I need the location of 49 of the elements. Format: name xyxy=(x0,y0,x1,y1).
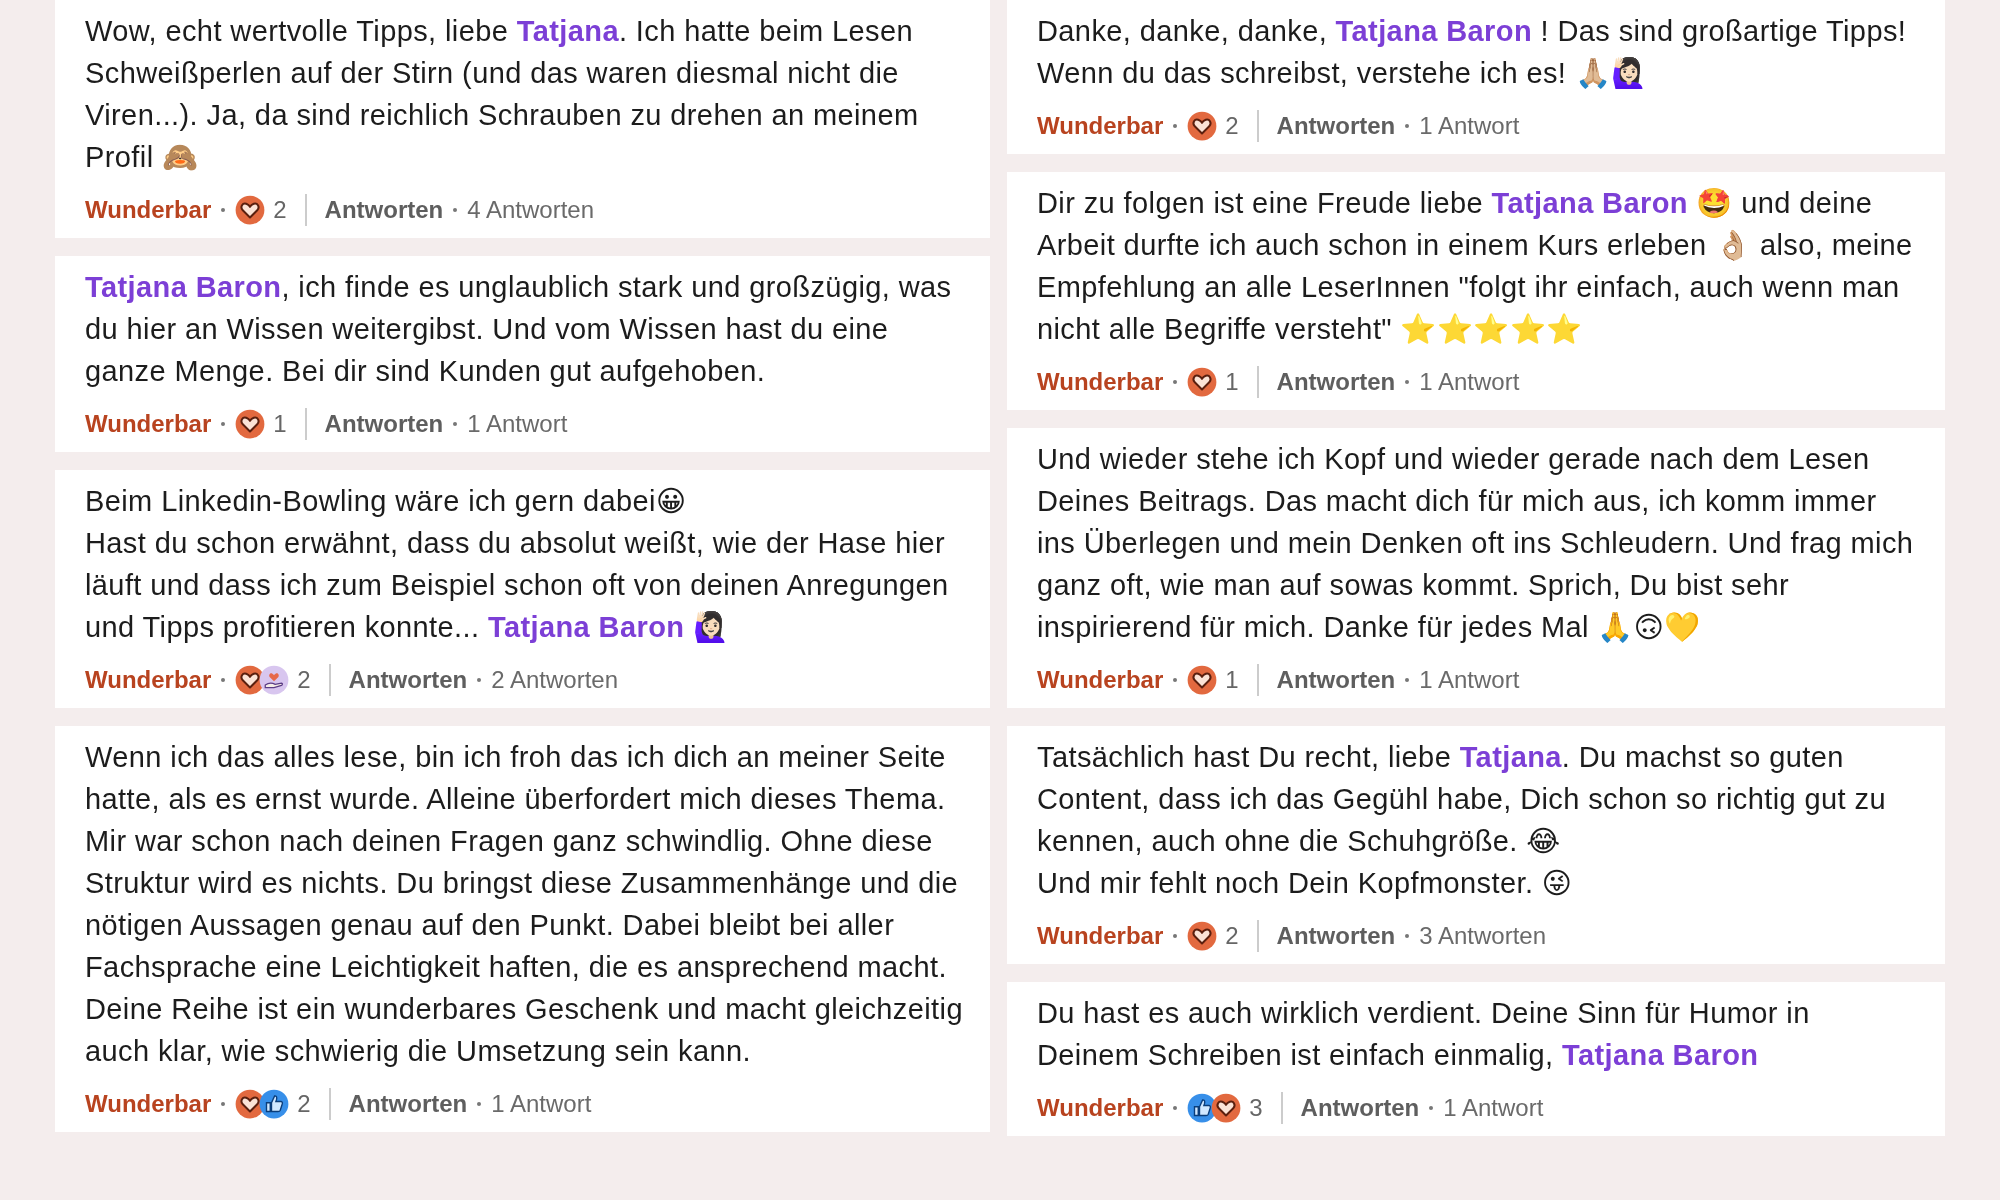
comment-text: Hast du schon erwähnt, dass du absolut weißt, wie der Hase hier läuft und dass ich zum Beispiel schon oft von deinen Anregungen und Tipps profitieren konnte... Tatjana Baron 🙋🏻‍♀ xyxy=(85,526,950,645)
replies-link[interactable]: 1 Antwort xyxy=(1419,368,1520,396)
reply-button[interactable]: Antworten xyxy=(1276,666,1396,694)
replies-link[interactable]: 4 Antworten xyxy=(467,196,594,224)
reply-button[interactable]: Antworten xyxy=(348,666,468,694)
reply-button[interactable]: Antworten xyxy=(1276,922,1396,950)
replies-link[interactable]: 1 Antwort xyxy=(1419,112,1520,140)
comment-text: Du hast es auch wirklich verdient. Deine Sinn für Humor in Deinem Schreiben ist einfach einmalig, Tatjana Baron xyxy=(1037,996,1811,1073)
comment-text: Danke, danke, danke, Tatjana Baron ! Das sind großartige Tipps! Wenn du das schreibst, verstehe ich es! 🙏🏼🙋🏻‍♀ xyxy=(1037,14,1908,91)
comment-text: Und wieder stehe ich Kopf und wieder gerade nach dem Lesen Deines Beitrags. Das macht dich für mich aus, ich komm immer ins Überlegen und mein Denken oft ins Schleudern. Und frag mich ganz oft, wie man auf sowas kommt. Sprich, Du bist sehr inspirierend für mich. Danke für jedes Mal 🙏🙃💛 xyxy=(1037,442,1915,645)
reaction-button[interactable]: Wunderbar xyxy=(85,666,212,694)
reaction-count: 2 xyxy=(297,1090,311,1118)
reaction-button[interactable]: Wunderbar xyxy=(1037,368,1164,396)
comment-text: Tatjana Baron, ich finde es unglaublich stark und großzügig, was du hier an Wissen weitergibst. Und vom Wissen hast du eine ganze Menge. Bei dir sind Kunden gut aufgehoben. xyxy=(85,270,953,389)
reaction-count: 2 xyxy=(297,666,311,694)
reply-button[interactable]: Antworten xyxy=(348,1090,468,1118)
comment-text: Und mir fehlt noch Dein Kopfmonster. 😜 xyxy=(1037,866,1574,901)
reaction-count: 2 xyxy=(1225,922,1239,950)
reaction-count: 2 xyxy=(273,196,287,224)
comment-text: Wow, echt wertvolle Tipps, liebe Tatjana. Ich hatte beim Lesen Schweißperlen auf der Stirn (und das waren diesmal nicht die Viren...). Ja, da sind reichlich Schrauben zu drehen an meinem Profil 🙈 xyxy=(85,14,920,175)
reaction-button[interactable]: Wunderbar xyxy=(85,410,212,438)
reaction-count: 2 xyxy=(1225,112,1239,140)
reply-button[interactable]: Antworten xyxy=(1300,1094,1420,1122)
replies-link[interactable]: 3 Antworten xyxy=(1419,922,1546,950)
reaction-count: 1 xyxy=(1225,666,1239,694)
reaction-button[interactable]: Wunderbar xyxy=(1037,666,1164,694)
reaction-button[interactable]: Wunderbar xyxy=(1037,922,1164,950)
reaction-button[interactable]: Wunderbar xyxy=(1037,112,1164,140)
reaction-count: 3 xyxy=(1249,1094,1263,1122)
replies-link[interactable]: 1 Antwort xyxy=(491,1090,592,1118)
reaction-button[interactable]: Wunderbar xyxy=(85,196,212,224)
comment-text: Wenn ich das alles lese, bin ich froh das ich dich an meiner Seite hatte, als es ernst wurde. Alleine überfordert mich dieses Thema. Mir war schon nach deinen Fragen ganz schwindlig. Ohne diese Struktur wird es nichts. Du bringst diese Zusammenhänge und die nötigen Aussagen genau auf den Punkt. Dabei bleibt bei aller Fachsprache eine Leichtigkeit haften, die es ansprechend macht. Deine Reihe ist ein wunderbares Geschenk und macht gleichzeitig auch klar, wie schwierig die Umsetzung sein kann. xyxy=(85,740,964,1069)
reaction-count: 1 xyxy=(1225,368,1239,396)
reaction-button[interactable]: Wunderbar xyxy=(1037,1094,1164,1122)
thumbs-up-icon xyxy=(259,1089,290,1119)
replies-link[interactable]: 2 Antworten xyxy=(491,666,618,694)
reply-button[interactable]: Antworten xyxy=(1276,368,1396,396)
reaction-count: 1 xyxy=(273,410,287,438)
heart-hand-icon xyxy=(259,665,290,695)
reaction-button[interactable]: Wunderbar xyxy=(85,1090,212,1118)
comment-text: Dir zu folgen ist eine Freude liebe Tatjana Baron 🤩 und deine Arbeit durfte ich auch schon in einem Kurs erleben 👌🏼 also, meine Empfehlung an alle LeserInnen "folgt ihr einfach, auch wenn man nicht alle Begriffe versteht" ⭐⭐⭐⭐⭐ xyxy=(1037,186,1914,347)
replies-link[interactable]: 1 Antwort xyxy=(1443,1094,1544,1122)
reply-button[interactable]: Antworten xyxy=(1276,112,1396,140)
reply-button[interactable]: Antworten xyxy=(324,410,444,438)
replies-link[interactable]: 1 Antwort xyxy=(1419,666,1520,694)
comment-text: Tatsächlich hast Du recht, liebe Tatjana. Du machst so guten Content, dass ich das Gegühl habe, Dich schon so richtig gut zu kennen, auch ohne die Schuhgröße. 😂 xyxy=(1037,740,1887,859)
comment-text: Beim Linkedin-Bowling wäre ich gern dabei😀 xyxy=(85,484,688,519)
reply-button[interactable]: Antworten xyxy=(324,196,444,224)
replies-link[interactable]: 1 Antwort xyxy=(467,410,568,438)
